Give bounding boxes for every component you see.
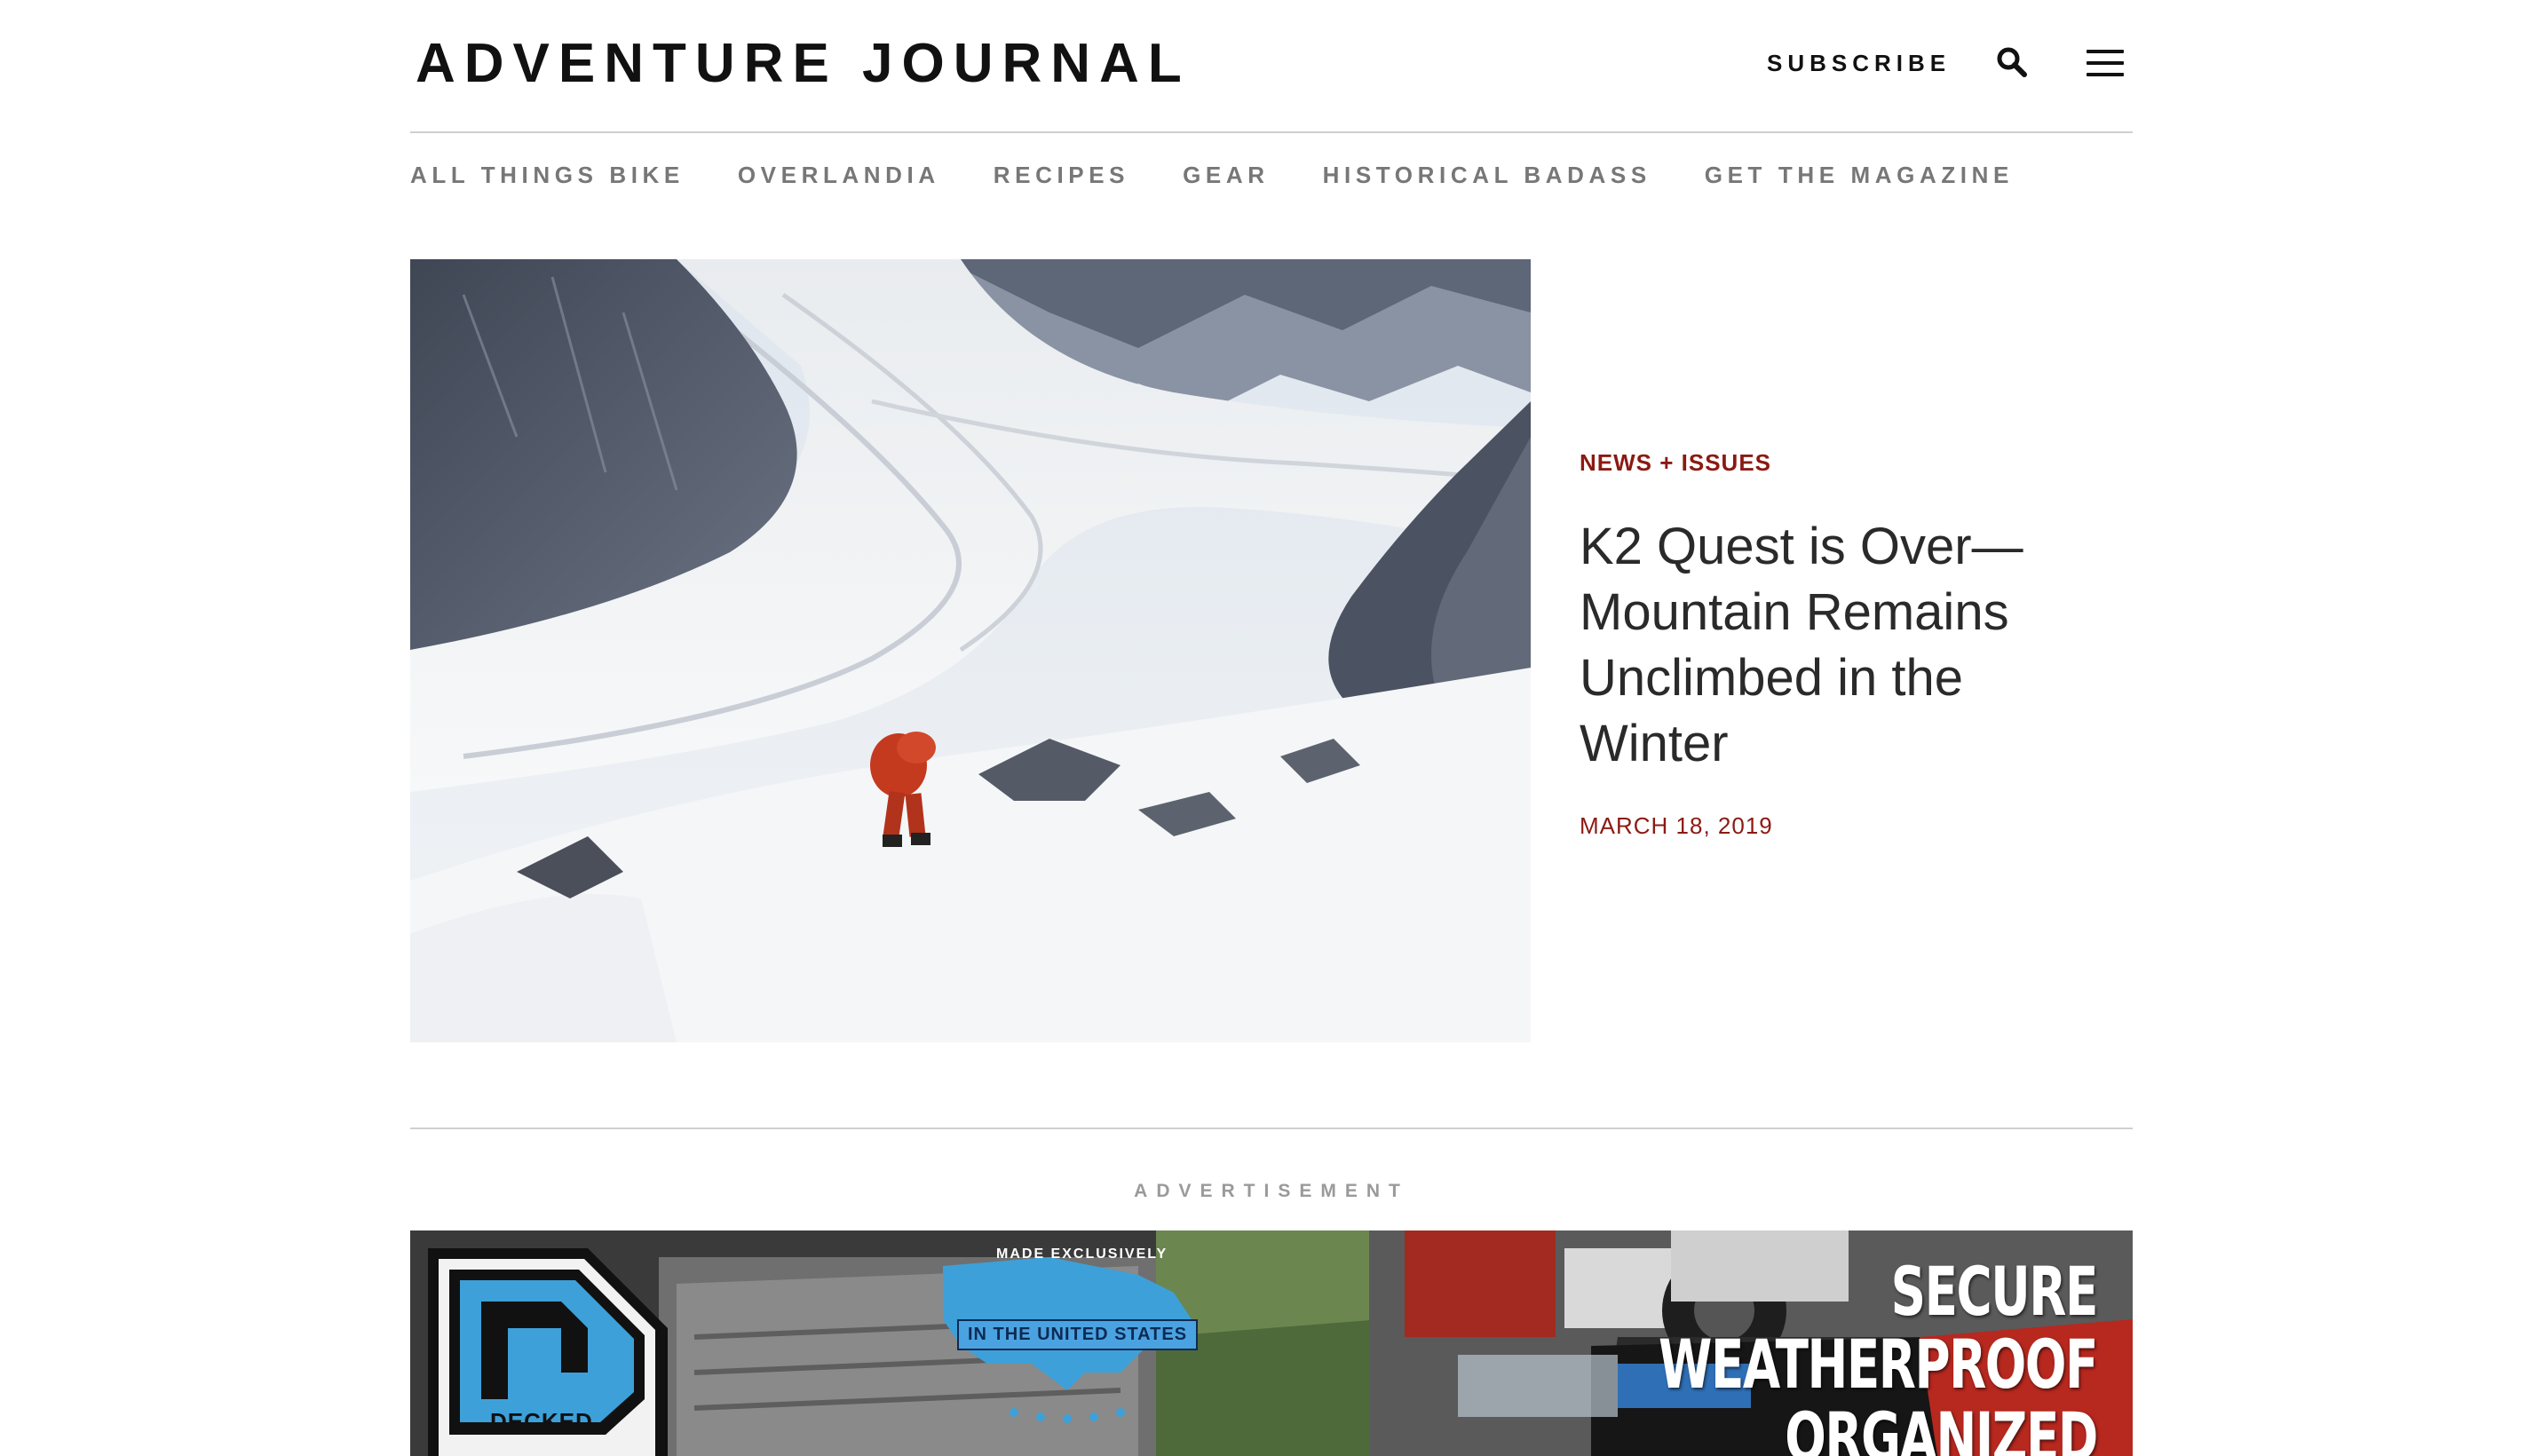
nav-item-recipes[interactable]: RECIPES <box>994 162 1129 197</box>
hamburger-menu-icon[interactable] <box>2087 50 2124 78</box>
ad-headline: SECURE WEATHERPROOF ORGANIZED <box>1488 1252 2099 1456</box>
advertisement-label: ADVERTISEMENT <box>1134 1181 1409 1201</box>
article-headline[interactable]: K2 Quest is Over—Mountain Remains Unclim… <box>1580 514 2112 777</box>
feature-text: NEWS + ISSUES K2 Quest is Over—Mountain … <box>1580 449 2112 840</box>
header-divider <box>410 131 2133 133</box>
ad-headline-line-2: WEATHERPROOF <box>1659 1325 2098 1404</box>
search-icon[interactable] <box>1996 46 2028 78</box>
advertisement-banner[interactable]: DECKED MADE EXCLUSIVELY IN THE UNITED ST… <box>410 1230 2133 1456</box>
nav-item-gear[interactable]: GEAR <box>1183 162 1270 197</box>
section-divider <box>410 1128 2133 1129</box>
ad-headline-line-3: ORGANIZED <box>1785 1397 2098 1456</box>
subscribe-link[interactable]: SUBSCRIBE <box>1767 50 1951 77</box>
article-category[interactable]: NEWS + ISSUES <box>1580 449 2112 477</box>
ad-headline-line-1: SECURE <box>1890 1252 2099 1331</box>
nav-item-all-things-bike[interactable]: ALL THINGS BIKE <box>410 162 685 197</box>
site-logo[interactable]: ADVENTURE JOURNAL <box>416 32 1191 95</box>
nav-item-overlandia[interactable]: OVERLANDIA <box>738 162 940 197</box>
ad-made-exclusively-text: MADE EXCLUSIVELY <box>996 1246 1168 1262</box>
article-date: MARCH 18, 2019 <box>1580 812 1773 839</box>
nav-item-historical-badass[interactable]: HISTORICAL BADASS <box>1323 162 1651 197</box>
category-nav: ALL THINGS BIKE OVERLANDIA RECIPES GEAR … <box>410 162 2067 197</box>
ad-brand-text: DECKED <box>490 1408 593 1435</box>
feature-image[interactable] <box>410 259 1531 1042</box>
nav-item-get-the-magazine[interactable]: GET THE MAGAZINE <box>1705 162 2014 197</box>
ad-made-in-usa-badge: IN THE UNITED STATES <box>957 1319 1199 1350</box>
site-header: ADVENTURE JOURNAL SUBSCRIBE <box>410 0 2133 131</box>
